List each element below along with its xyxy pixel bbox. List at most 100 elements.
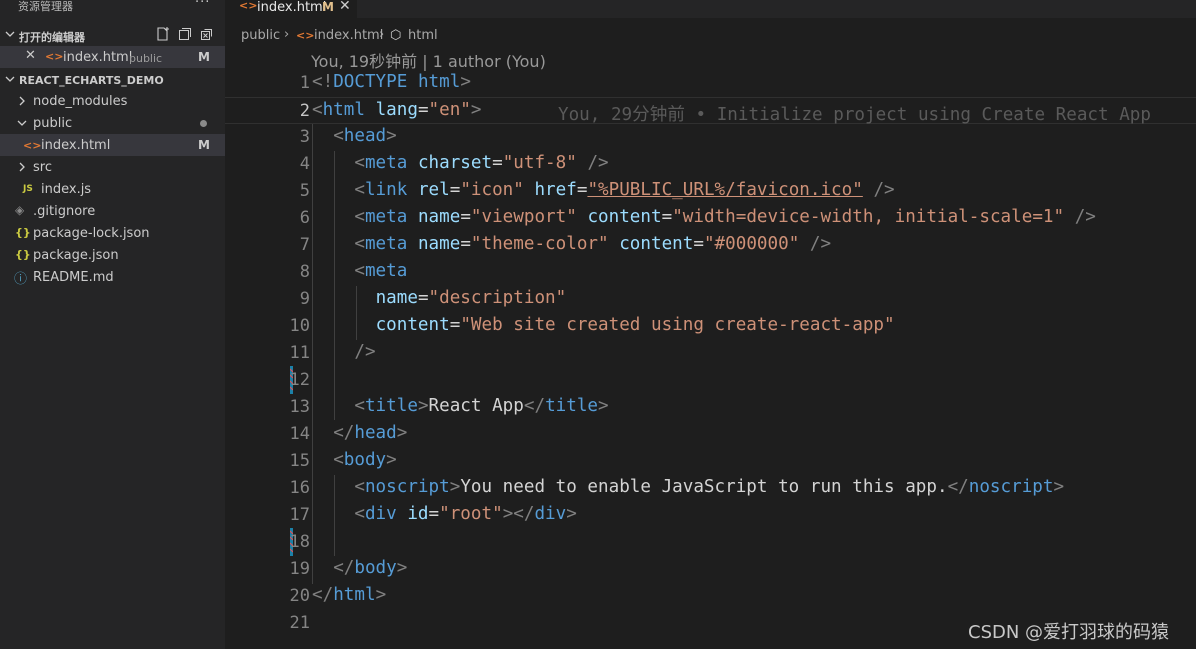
- code-line[interactable]: 15 <body>: [225, 448, 1196, 475]
- tree-item-readme-md[interactable]: ⓘ README.md: [0, 266, 225, 288]
- code-text[interactable]: <meta: [312, 261, 407, 281]
- code-line[interactable]: 16 <noscript>You need to enable JavaScri…: [225, 475, 1196, 502]
- code-line[interactable]: 11 />: [225, 340, 1196, 367]
- more-actions-icon[interactable]: ···: [195, 0, 210, 10]
- breadcrumb-item-public[interactable]: public: [241, 28, 280, 43]
- code-text[interactable]: <meta name="viewport" content="width=dev…: [312, 207, 1096, 227]
- open-editor-item-index-html[interactable]: ✕ <> index.html public M: [0, 46, 225, 68]
- tab-index-html[interactable]: <> index.html M ✕: [225, 0, 357, 18]
- line-number[interactable]: 8: [245, 262, 310, 282]
- tree-item-package-json[interactable]: {} package.json: [0, 244, 225, 266]
- code-line[interactable]: 19 </body>: [225, 556, 1196, 583]
- code-text[interactable]: </body>: [312, 558, 407, 578]
- line-number[interactable]: 1: [245, 73, 310, 93]
- code-text[interactable]: <!DOCTYPE html>: [312, 72, 471, 92]
- code-line[interactable]: 5 <link rel="icon" href="%PUBLIC_URL%/fa…: [225, 178, 1196, 205]
- line-number[interactable]: 18: [245, 532, 310, 552]
- code-line[interactable]: 20 </html>: [225, 583, 1196, 610]
- close-all-editors-icon[interactable]: [199, 26, 215, 42]
- tree-item-label: package.json: [33, 248, 119, 263]
- line-number[interactable]: 21: [245, 613, 310, 633]
- line-number[interactable]: 9: [245, 289, 310, 309]
- code-text[interactable]: content="Web site created using create-r…: [312, 315, 895, 335]
- code-text[interactable]: <div id="root"></div>: [312, 504, 576, 524]
- code-line[interactable]: 17 <div id="root"></div>: [225, 502, 1196, 529]
- close-tab-icon[interactable]: ✕: [339, 0, 351, 14]
- code-text[interactable]: </html>: [312, 585, 386, 605]
- code-token: />: [587, 153, 609, 173]
- code-token: "#000000": [703, 234, 800, 254]
- line-number[interactable]: 10: [245, 316, 310, 336]
- code-text[interactable]: <html lang="en">: [312, 100, 482, 120]
- line-number[interactable]: 2: [245, 101, 310, 121]
- code-text[interactable]: <meta charset="utf-8" />: [312, 153, 609, 173]
- tree-item-index-html[interactable]: <> index.html M: [0, 134, 225, 156]
- codelens-git-author[interactable]: You, 19秒钟前 | 1 author (You): [311, 48, 546, 72]
- line-number[interactable]: 13: [245, 397, 310, 417]
- tree-item-index-js[interactable]: JS index.js: [0, 178, 225, 200]
- new-untitled-file-icon[interactable]: [155, 26, 171, 42]
- editor-tab-bar: <> index.html M ✕: [225, 0, 1196, 18]
- line-number[interactable]: 16: [245, 478, 310, 498]
- line-number[interactable]: 14: [245, 424, 310, 444]
- tree-item-package-lock-json[interactable]: {} package-lock.json: [0, 222, 225, 244]
- code-line[interactable]: 7 <meta name="theme-color" content="#000…: [225, 232, 1196, 259]
- code-line[interactable]: 1 <!DOCTYPE html>: [225, 70, 1196, 97]
- code-text[interactable]: <meta name="theme-color" content="#00000…: [312, 234, 831, 254]
- code-line[interactable]: 6 <meta name="viewport" content="width=d…: [225, 205, 1196, 232]
- code-line[interactable]: 9 name="description": [225, 286, 1196, 313]
- project-name: REACT_ECHARTS_DEMO: [19, 74, 164, 87]
- code-line[interactable]: 4 <meta charset="utf-8" />: [225, 151, 1196, 178]
- code-line[interactable]: 14 </head>: [225, 421, 1196, 448]
- code-line[interactable]: 2 <html lang="en"> You, 29分钟前 • Initialize…: [225, 97, 1196, 125]
- code-token: >: [470, 100, 482, 120]
- html-file-icon: <>: [45, 50, 64, 63]
- code-text[interactable]: />: [312, 342, 375, 362]
- js-file-icon: JS: [23, 184, 33, 194]
- code-token: ></: [502, 504, 535, 524]
- open-editors-section-header[interactable]: 打开的编辑器: [0, 24, 225, 46]
- tree-item-gitignore[interactable]: ◈ .gitignore: [0, 200, 225, 222]
- code-token: =: [693, 234, 704, 254]
- line-number[interactable]: 7: [245, 235, 310, 255]
- code-line[interactable]: 12: [225, 367, 1196, 394]
- close-icon[interactable]: ✕: [25, 48, 36, 63]
- code-line[interactable]: 3 <head>: [225, 124, 1196, 151]
- project-section-header[interactable]: REACT_ECHARTS_DEMO: [0, 69, 225, 91]
- chevron-right-icon: [19, 96, 25, 106]
- code-line[interactable]: 13 <title>React App</title>: [225, 394, 1196, 421]
- breadcrumb-item-index-html[interactable]: index.html: [314, 28, 383, 43]
- code-token: >: [386, 450, 397, 470]
- explorer-sidebar: 资源管理器 ··· 打开的编辑器 ✕ <> index.html public …: [0, 0, 225, 649]
- line-number[interactable]: 5: [245, 181, 310, 201]
- line-number[interactable]: 15: [245, 451, 310, 471]
- line-number[interactable]: 12: [245, 370, 310, 390]
- code-text[interactable]: <noscript>You need to enable JavaScript …: [312, 477, 1064, 497]
- breadcrumb-item-html[interactable]: html: [408, 28, 438, 43]
- line-number[interactable]: 17: [245, 505, 310, 525]
- code-text[interactable]: name="description": [312, 288, 567, 308]
- line-number[interactable]: 11: [245, 343, 310, 363]
- code-text[interactable]: <link rel="icon" href="%PUBLIC_URL%/favi…: [312, 180, 894, 200]
- explorer-title: 资源管理器: [18, 0, 73, 13]
- line-number[interactable]: 19: [245, 559, 310, 579]
- line-number[interactable]: 4: [245, 154, 310, 174]
- tree-item-public[interactable]: public: [0, 112, 225, 134]
- line-number[interactable]: 3: [245, 127, 310, 147]
- code-token: content: [587, 207, 662, 227]
- code-text[interactable]: <head>: [312, 126, 397, 146]
- code-text[interactable]: </head>: [312, 423, 407, 443]
- code-token: <: [354, 234, 365, 254]
- save-all-icon[interactable]: [177, 26, 193, 42]
- code-line[interactable]: 8 <meta: [225, 259, 1196, 286]
- tree-item-node-modules[interactable]: node_modules: [0, 90, 225, 112]
- line-number[interactable]: 20: [245, 586, 310, 606]
- tree-item-src[interactable]: src: [0, 156, 225, 178]
- line-number[interactable]: 6: [245, 208, 310, 228]
- code-text[interactable]: <title>React App</title>: [312, 396, 608, 416]
- code-text[interactable]: <body>: [312, 450, 397, 470]
- code-line[interactable]: 18: [225, 529, 1196, 556]
- code-line[interactable]: 10 content="Web site created using creat…: [225, 313, 1196, 340]
